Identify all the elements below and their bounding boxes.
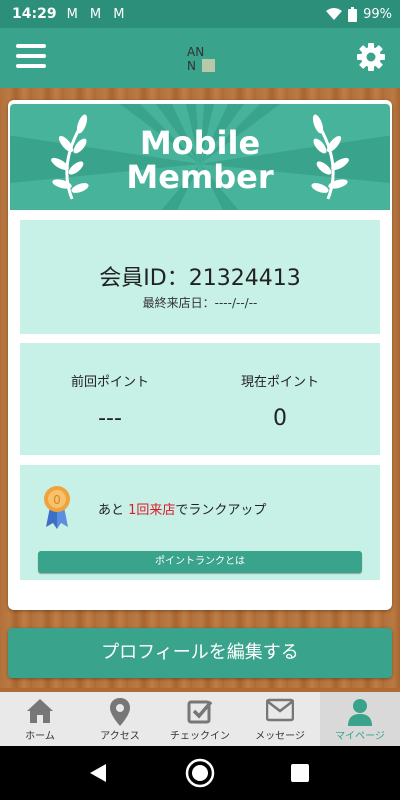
point-rank-info-button[interactable]: ポイントランクとは [38, 551, 362, 573]
tab-access[interactable]: アクセス [80, 692, 160, 746]
rank-suffix: でランクアップ [175, 503, 267, 518]
mail-icon [265, 698, 295, 722]
tab-access-label: アクセス [100, 731, 140, 742]
svg-text:0: 0 [53, 493, 61, 507]
app-header: AN N [0, 28, 400, 88]
status-right: 99% [326, 6, 392, 22]
map-pin-icon [110, 698, 130, 726]
edit-profile-button[interactable]: プロフィールを編集する [8, 628, 392, 678]
banner-title-line2: Member [126, 158, 274, 196]
tab-home-label: ホーム [25, 731, 55, 742]
logo: AN N [187, 45, 215, 73]
notification-icons: M M M [66, 6, 129, 22]
wifi-icon [326, 8, 343, 20]
bottom-tab-bar: ホーム アクセス チェックイン メッセージ マイページ [0, 692, 400, 746]
tab-message-label: メッセージ [255, 731, 305, 742]
home-button-icon[interactable] [184, 757, 216, 789]
current-points-label: 現在ポイント [240, 375, 319, 390]
member-id-panel: 会員ID：21324413 最終来店日：----/--/-- [20, 220, 380, 334]
tab-mypage-label: マイページ [335, 731, 385, 742]
system-nav-bar [0, 746, 400, 800]
tab-mypage[interactable]: マイページ [320, 692, 400, 746]
battery-percent: 99% [363, 6, 392, 22]
tab-checkin-label: チェックイン [170, 731, 230, 742]
svg-text:N: N [187, 59, 196, 73]
gear-icon[interactable] [356, 42, 386, 72]
previous-points-value: --- [98, 406, 122, 431]
previous-points-label: 前回ポイント [70, 375, 149, 390]
hamburger-icon[interactable] [16, 44, 46, 72]
tab-home[interactable]: ホーム [0, 692, 80, 746]
svg-text:AN: AN [187, 45, 204, 59]
status-time: 14:29 [12, 6, 57, 22]
rank-up-message: あと 1回来店でランクアップ [98, 499, 266, 518]
rank-visits-needed: 1回来店 [128, 503, 176, 518]
home-icon [27, 699, 53, 723]
status-bar: 14:29 M M M 99% [0, 0, 400, 28]
battery-icon [348, 6, 358, 22]
mobile-member-banner: Mobile Member [10, 104, 390, 210]
rank-panel: 0 あと 1回来店でランクアップ ポイントランクとは [20, 465, 380, 580]
previous-points: 前回ポイント --- [30, 371, 190, 431]
checkbox-icon [187, 700, 213, 724]
back-icon[interactable] [88, 762, 108, 784]
banner-title-line1: Mobile [139, 124, 261, 162]
tab-checkin[interactable]: チェックイン [160, 692, 240, 746]
rank-prefix: あと [98, 503, 129, 518]
medal-icon: 0 [44, 486, 70, 529]
last-visit-date: 最終来店日：----/--/-- [142, 296, 258, 310]
recents-icon[interactable] [291, 764, 309, 782]
points-panel: 前回ポイント --- 現在ポイント 0 [20, 343, 380, 455]
member-id: 会員ID：21324413 [99, 266, 301, 291]
banner-title: Mobile Member [10, 126, 390, 194]
current-points: 現在ポイント 0 [200, 371, 360, 431]
current-points-value: 0 [273, 406, 287, 431]
tab-message[interactable]: メッセージ [240, 692, 320, 746]
user-icon [348, 699, 372, 726]
